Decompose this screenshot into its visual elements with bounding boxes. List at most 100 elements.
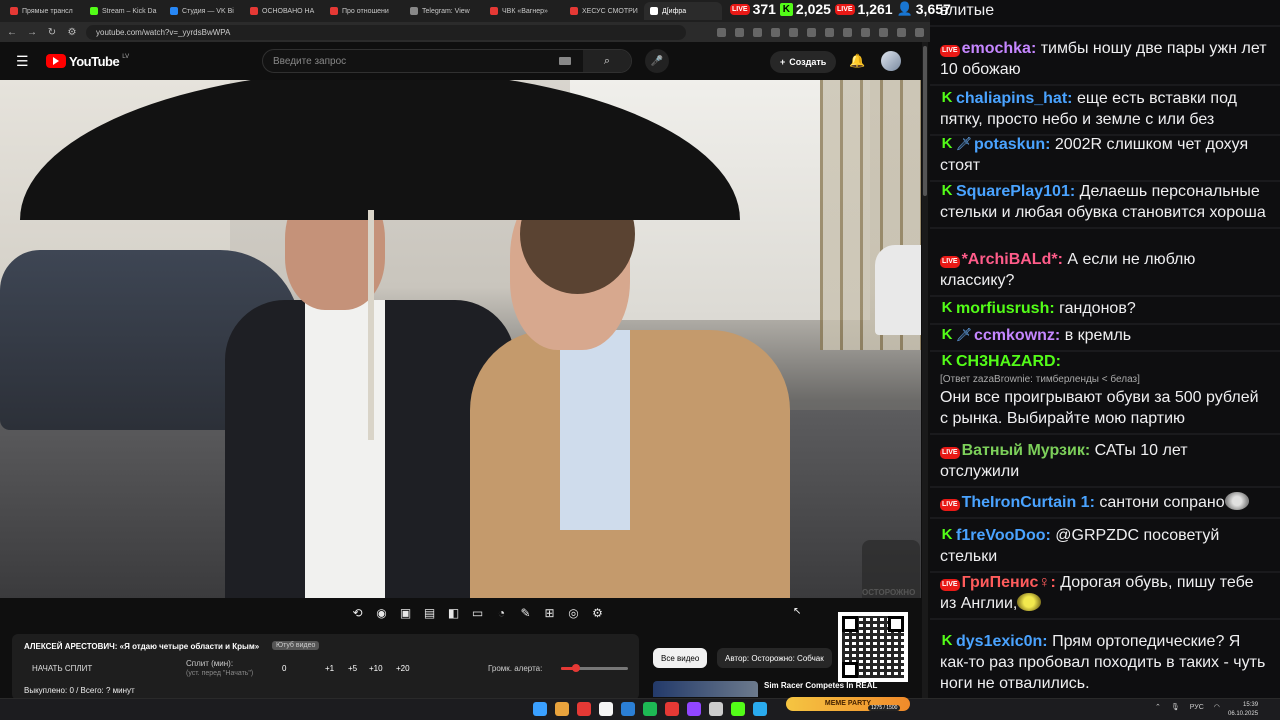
microphone-icon[interactable]: 🎤 (645, 49, 669, 73)
video-player[interactable]: ОСТОРОЖНО (0, 80, 921, 598)
recommendation-title[interactable]: Sim Racer Competes In REAL (764, 681, 877, 690)
chevron-up-icon[interactable]: ⌃ (1155, 703, 1161, 711)
edit-icon[interactable]: ✎ (518, 606, 533, 620)
chat-username[interactable]: potaskun (974, 136, 1045, 153)
youtube-logo[interactable]: YouTube LV (46, 54, 129, 69)
extension-icon[interactable] (915, 27, 924, 37)
taskbar-app-icon[interactable] (555, 702, 569, 716)
theater-icon[interactable]: ▣ (398, 606, 413, 620)
chat-panel: влитые LIVE emochka: тимбы ношу две пары у… (930, 0, 1280, 698)
taskbar-app-icon[interactable] (687, 702, 701, 716)
youtube-viewers: LIVE 371 (730, 1, 776, 17)
chat-username[interactable]: CH3HAZARD (956, 353, 1056, 370)
taskbar-app-icon[interactable] (731, 702, 745, 716)
chat-username[interactable]: emochka (962, 40, 1031, 57)
extension-icon[interactable] (735, 27, 744, 37)
chat-username[interactable]: SquarePlay101 (956, 183, 1070, 200)
extension-icon[interactable] (897, 27, 906, 37)
tab-favicon-icon (10, 7, 18, 15)
create-button[interactable]: + Создать (770, 51, 837, 73)
chat-username[interactable]: chaliapins_hat (956, 90, 1067, 107)
extension-icon[interactable] (879, 27, 888, 37)
browser-tab[interactable]: Д[ифра (644, 2, 722, 20)
tab-label: Telegram: View (422, 7, 470, 15)
taskbar-app-icon[interactable] (621, 702, 635, 716)
extension-icon[interactable] (771, 27, 780, 37)
site-info-icon[interactable]: ⚙ (66, 27, 78, 38)
extension-icon[interactable] (825, 27, 834, 37)
browser-tab[interactable]: ЧВК «Вагнер» (484, 2, 562, 20)
volume-knob[interactable] (571, 664, 580, 672)
clock[interactable]: 15:39 06.10.2025 (1228, 701, 1258, 719)
url-field[interactable]: youtube.com/watch?v=_yyrdsBwWPA (86, 24, 686, 40)
settings-gear-icon[interactable]: ⚙ (590, 606, 605, 620)
tab-label: Д[ифра (662, 7, 687, 15)
browser-tab[interactable]: Про отношени (324, 2, 402, 20)
chat-username[interactable]: *ArchiBALd* (962, 251, 1058, 268)
chat-message: K CH3HAZARD: [Ответ zazaBrownie: тимберле… (930, 348, 1280, 435)
page-scrollbar[interactable] (922, 42, 928, 698)
extension-icon[interactable] (789, 27, 798, 37)
chat-message: K SquarePlay101: Делаешь персональные сте… (930, 178, 1280, 229)
sword-badge-icon: 🗡 (955, 136, 973, 151)
avatar[interactable] (881, 51, 901, 71)
chat-username[interactable]: TheIronCurtain 1 (962, 494, 1090, 511)
notifications-bell-icon[interactable]: 🔔 (849, 53, 865, 69)
tab-favicon-icon (170, 7, 178, 15)
recommendation-thumbnail[interactable] (653, 681, 758, 697)
mini-player-icon[interactable]: ▭ (470, 606, 485, 620)
menu-icon[interactable]: ☰ (16, 53, 30, 70)
extension-icon[interactable] (717, 27, 726, 37)
extension-icon[interactable] (843, 27, 852, 37)
add-10-button[interactable]: +10 (369, 664, 383, 673)
back-icon[interactable]: ← (6, 27, 18, 38)
extension-icon[interactable] (753, 27, 762, 37)
chat-username[interactable]: f1reVooDoo (956, 527, 1045, 544)
chat-username[interactable]: ccmkownz (974, 327, 1055, 344)
browser-tab[interactable]: Stream – Kick Da (84, 2, 162, 20)
add-icon[interactable]: ⊞ (542, 606, 557, 620)
language-indicator[interactable]: РУС (1190, 704, 1204, 711)
taskbar-app-icon[interactable] (665, 702, 679, 716)
browser-tab[interactable]: ХЕСУС СМОТРИ (564, 2, 642, 20)
chat-username[interactable]: morfiusrush (956, 300, 1049, 317)
extension-icons (717, 27, 924, 37)
browser-tab[interactable]: Прямые трансл (4, 2, 82, 20)
taskbar-app-icon[interactable] (709, 702, 723, 716)
taskbar-app-icon[interactable] (577, 702, 591, 716)
add-20-button[interactable]: +20 (396, 664, 410, 673)
taskbar-app-icon[interactable] (599, 702, 613, 716)
chat-username[interactable]: Ватный Мурзик (962, 442, 1085, 459)
microphone-tray-icon[interactable]: 🎙 (1171, 703, 1180, 711)
keyboard-icon[interactable] (559, 57, 571, 65)
taskbar-app-icon[interactable] (533, 702, 547, 716)
reload-icon[interactable]: ↻ (46, 27, 58, 38)
clapper-icon[interactable]: ▤ (422, 606, 437, 620)
speed-icon[interactable]: ◔ (494, 606, 509, 620)
forward-icon[interactable]: → (26, 27, 38, 38)
extension-icon[interactable] (861, 27, 870, 37)
add-1-button[interactable]: +1 (325, 664, 334, 673)
taskbar-app-icon[interactable] (643, 702, 657, 716)
screenshot-icon[interactable]: ◎ (566, 606, 581, 620)
taskbar-app-icon[interactable] (753, 702, 767, 716)
chat-separator: : (1069, 183, 1080, 200)
start-split-button[interactable]: НАЧАТЬ СПЛИТ (32, 664, 92, 673)
chip-author[interactable]: Автор: Осторожно: Собчак (717, 648, 832, 668)
chip-all-videos[interactable]: Все видео (653, 648, 708, 668)
alert-volume-slider[interactable] (561, 664, 628, 672)
search-input[interactable] (263, 55, 559, 67)
audio-icon[interactable]: ◉ (374, 606, 389, 620)
browser-tab[interactable]: Telegram: View (404, 2, 482, 20)
crop-icon[interactable]: ◧ (446, 606, 461, 620)
loop-icon[interactable]: ⟲ (350, 606, 365, 620)
search-button[interactable]: ⌕ (583, 50, 631, 72)
screen: Прямые трансл Stream – Kick Da Студия — VK… (0, 0, 1280, 720)
chat-username[interactable]: ГриПенис♀ (962, 574, 1051, 591)
extension-icon[interactable] (807, 27, 816, 37)
browser-tab[interactable]: ОСНОВАНО НА (244, 2, 322, 20)
add-5-button[interactable]: +5 (348, 664, 357, 673)
browser-tab[interactable]: Студия — VK Bi (164, 2, 242, 20)
chat-username[interactable]: dys1exic0n (956, 633, 1042, 650)
wifi-icon[interactable]: ◠ (1214, 703, 1220, 711)
